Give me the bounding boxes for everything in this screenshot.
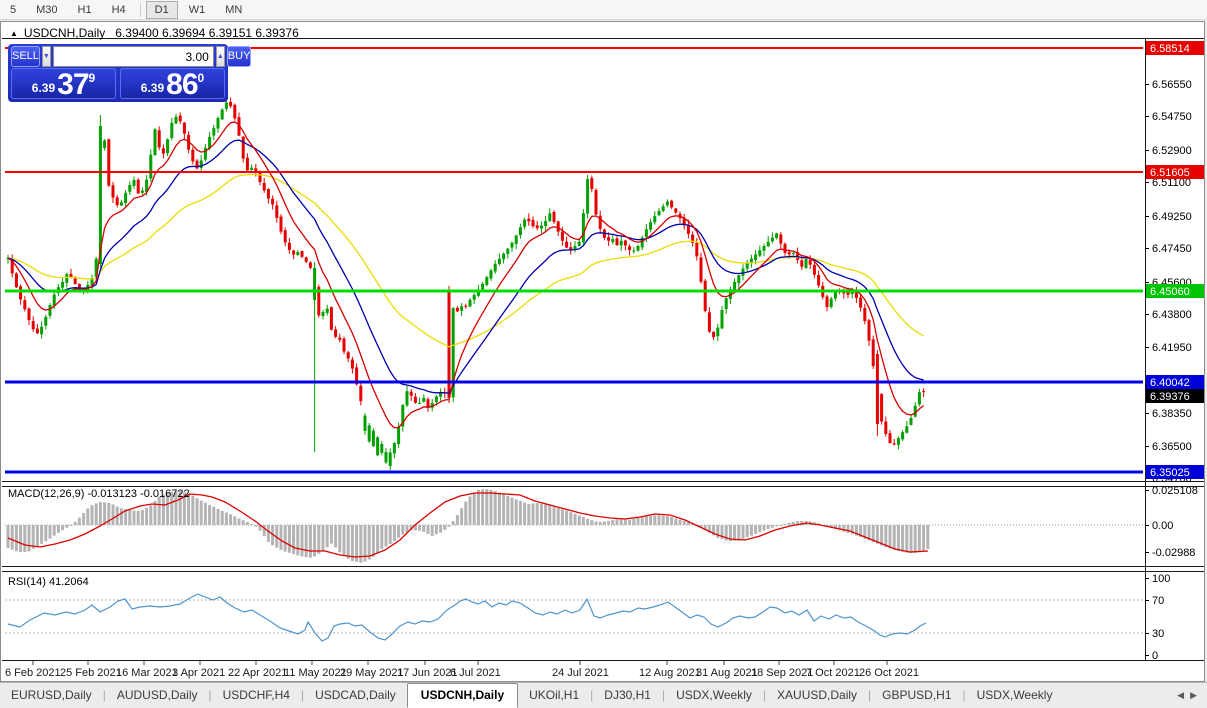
buy-button[interactable]: BUY: [226, 46, 252, 67]
macd-pane: MACD(12,26,9) -0.013123 -0.016722: [5, 488, 1143, 563]
one-click-trade-panel: SELL ▼ ▲ BUY 6.39 37 9 6.39 86 0: [8, 44, 252, 102]
rsi-label: RSI(14) 41.2064: [8, 576, 89, 588]
chart-tab-xauusd-daily[interactable]: XAUUSD,Daily: [766, 684, 868, 708]
price-badge-label: 6.35025: [1150, 467, 1190, 479]
price-axis: 6.565506.547506.529006.511006.492506.474…: [1145, 41, 1204, 662]
chart-canvas[interactable]: MACD(12,26,9) -0.013123 -0.016722 RSI(14)…: [1, 22, 1204, 681]
chart-tab-usdchf-h4[interactable]: USDCHF,H4: [212, 684, 301, 708]
volume-input[interactable]: [52, 46, 214, 67]
tab-scroll-left-icon[interactable]: ◀: [1177, 690, 1184, 700]
toolbar-separator: [139, 2, 141, 17]
date-axis-label: 7 Oct 2021: [806, 667, 860, 679]
rsi-pane: RSI(14) 41.2064: [5, 576, 1143, 642]
tab-scroll-right-icon[interactable]: ▶: [1190, 690, 1197, 700]
date-axis-label: 26 Oct 2021: [859, 667, 919, 679]
rsi-axis-label: 100: [1152, 573, 1170, 585]
chart-tab-usdx-weekly[interactable]: USDX,Weekly: [665, 684, 763, 708]
price-badge-label: 6.58514: [1150, 43, 1190, 55]
date-axis-label: 24 Jul 2021: [552, 667, 609, 679]
buy-price-pip: 0: [197, 71, 205, 85]
sell-price-main: 37: [57, 68, 89, 101]
date-axis-label: 22 Apr 2021: [228, 667, 287, 679]
price-axis-label: 6.36500: [1152, 441, 1192, 453]
spin-up-icon: ▲: [216, 53, 224, 60]
price-axis-label: 6.38350: [1152, 408, 1192, 420]
buy-price-button[interactable]: 6.39 86 0: [120, 68, 225, 101]
date-axis-label: 6 Jul 2021: [450, 667, 501, 679]
chart-tab-usdx-weekly[interactable]: USDX,Weekly: [966, 684, 1064, 708]
price-axis-label: 6.43800: [1152, 309, 1192, 321]
chart-collapse-icon[interactable]: ▲: [10, 29, 18, 38]
price-axis-label: 6.41950: [1152, 342, 1192, 354]
sell-price-prefix: 6.39: [31, 81, 56, 95]
rsi-axis-label: 30: [1152, 628, 1164, 640]
price-axis-label: 6.56550: [1152, 79, 1192, 91]
chart-window: ▲ USDCNH,Daily 6.39400 6.39694 6.39151 6.3…: [0, 21, 1205, 682]
chart-symbol-period: USDCNH,Daily: [23, 26, 106, 40]
sell-price-pip: 9: [88, 71, 96, 85]
ma-mid-blue: [7, 139, 924, 394]
chart-tab-dj30-h1[interactable]: DJ30,H1: [593, 684, 662, 708]
chart-tab-bar: EURUSD,Daily | AUDUSD,Daily | USDCHF,H4 | USDC…: [0, 682, 1207, 708]
timeframe-button-5[interactable]: 5: [1, 1, 25, 19]
macd-axis-label: 0.025108: [1152, 485, 1198, 497]
price-badge-label: 6.40042: [1150, 377, 1190, 389]
sell-price-button[interactable]: 6.39 37 9: [11, 68, 116, 101]
spin-down-icon: ▼: [42, 53, 50, 60]
macd-axis-label: -0.02988: [1152, 547, 1195, 559]
macd-label: MACD(12,26,9) -0.013123 -0.016722: [8, 488, 190, 500]
chart-tab-ukoil-h1[interactable]: UKOil,H1: [518, 684, 590, 708]
date-axis-label: 3 Apr 2021: [172, 667, 225, 679]
pane-borders: [2, 38, 1204, 661]
date-axis-label: 25 Feb 2021: [60, 667, 122, 679]
chart-tab-usdcad-daily[interactable]: USDCAD,Daily: [304, 684, 407, 708]
rsi-axis-label: 70: [1152, 595, 1164, 607]
timeframe-button-mn[interactable]: MN: [216, 1, 251, 19]
ma-slow-yellow: [7, 173, 924, 348]
date-axis-label: 6 Feb 2021: [5, 667, 61, 679]
chart-tab-usdcnh-daily[interactable]: USDCNH,Daily: [406, 683, 519, 708]
chart-tab-eurusd-daily[interactable]: EURUSD,Daily: [0, 684, 103, 708]
date-axis-label: 17 Jun 2021: [397, 667, 458, 679]
chart-tab-gbpusd-h1[interactable]: GBPUSD,H1: [871, 684, 962, 708]
date-axis: 6 Feb 2021 25 Feb 202116 Mar 20213 Apr 20…: [5, 661, 919, 679]
horizontal-levels-layer: [5, 47, 1143, 474]
date-axis-label: 16 Mar 2021: [116, 667, 178, 679]
rsi-axis-label: 0: [1152, 650, 1158, 662]
candles-layer: [6, 97, 926, 471]
timeframe-button-h1[interactable]: H1: [69, 1, 101, 19]
chart-title: ▲ USDCNH,Daily 6.39400 6.39694 6.39151 6.3…: [10, 26, 299, 40]
chart-ohlc-values: 6.39400 6.39694 6.39151 6.39376: [115, 26, 299, 40]
macd-axis-label: 0.00: [1152, 520, 1173, 532]
buy-price-main: 86: [166, 68, 198, 101]
date-axis-label: 18 Sep 2021: [751, 667, 813, 679]
volume-decrease-button[interactable]: ▼: [41, 46, 51, 67]
date-axis-label: 31 Aug 2021: [696, 667, 758, 679]
price-axis-label: 6.52900: [1152, 145, 1192, 157]
timeframe-toolbar: 5 M30 H1 H4 D1 W1 MN: [0, 0, 1207, 20]
date-axis-label: 11 May 2021: [284, 667, 347, 679]
tab-scroll-arrows: ◀ ▶: [1161, 690, 1207, 708]
timeframe-button-h4[interactable]: H4: [103, 1, 135, 19]
price-badge-label: 6.39376: [1150, 391, 1190, 403]
date-axis-label: 29 May 2021: [340, 667, 404, 679]
timeframe-button-d1[interactable]: D1: [145, 0, 178, 19]
buy-price-prefix: 6.39: [140, 81, 165, 95]
date-axis-label: 12 Aug 2021: [639, 667, 701, 679]
price-axis-label: 6.54750: [1152, 111, 1192, 123]
sell-button[interactable]: SELL: [11, 46, 40, 67]
timeframe-button-m30[interactable]: M30: [27, 1, 66, 19]
price-axis-label: 6.49250: [1152, 211, 1192, 223]
volume-increase-button[interactable]: ▲: [215, 46, 225, 67]
rsi-line: [7, 593, 927, 642]
price-axis-label: 6.47450: [1152, 243, 1192, 255]
chart-tab-audusd-daily[interactable]: AUDUSD,Daily: [106, 684, 209, 708]
timeframe-button-w1[interactable]: W1: [180, 1, 215, 19]
price-badge-label: 6.51605: [1150, 167, 1190, 179]
price-badge-label: 6.45060: [1150, 286, 1190, 298]
